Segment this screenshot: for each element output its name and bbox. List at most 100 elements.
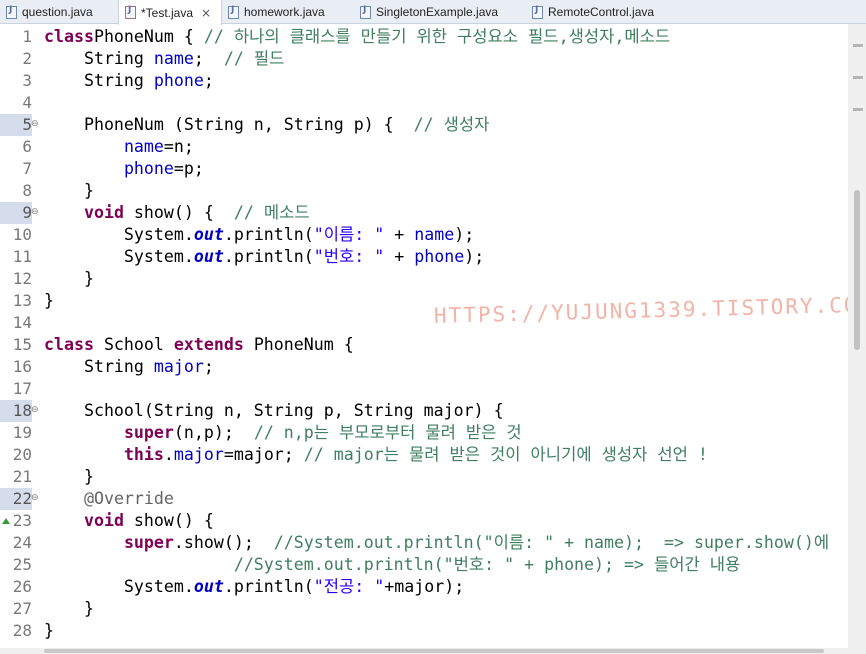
- code-token: PhoneNum {: [243, 335, 354, 354]
- line-number: 24: [12, 533, 32, 552]
- tab-label: *Test.java: [141, 5, 194, 20]
- close-icon[interactable]: ×: [201, 6, 211, 20]
- code-line[interactable]: 23 void show() {: [0, 510, 848, 532]
- code-line[interactable]: 18 ⊖ School(String n, String p, String ma…: [0, 400, 848, 422]
- line-number: 12: [12, 269, 32, 288]
- line-number: 22: [0, 488, 32, 510]
- code-line[interactable]: 20 this.major=major; // major는 물려 받은 것이 …: [0, 444, 848, 466]
- code-text: void show() {: [44, 510, 214, 532]
- code-text: System.out.println("이름: " + name);: [44, 224, 474, 246]
- line-number: 11: [12, 247, 32, 266]
- code-token: PhoneNum (String n, String p) {: [44, 115, 414, 134]
- line-number: 15: [12, 335, 32, 354]
- fold-toggle-icon[interactable]: ⊖: [31, 208, 40, 217]
- line-number: 27: [12, 599, 32, 618]
- tab-remotecontrol-java[interactable]: RemoteControl.java: [526, 0, 676, 24]
- code-line[interactable]: 17: [0, 378, 848, 400]
- code-token: .println(: [223, 247, 314, 266]
- tab-test-java[interactable]: *Test.java ×: [118, 0, 222, 25]
- code-token: this: [123, 445, 164, 464]
- code-line[interactable]: 4: [0, 92, 848, 114]
- tab-label: SingletonExample.java: [376, 5, 499, 19]
- code-text: classPhoneNum { // 하나의 클래스를 만들기 위한 구성요소 …: [44, 26, 670, 48]
- code-line[interactable]: 10 System.out.println("이름: " + name);: [0, 224, 848, 246]
- line-number: 17: [12, 379, 32, 398]
- code-text: }: [44, 268, 94, 290]
- code-token: // 하나의 클래스를 만들기 위한 구성요소 필드,생성자,메소드: [203, 27, 671, 46]
- code-token: //System.out.println("이름: " + name); => …: [273, 533, 830, 552]
- code-token: major: [173, 445, 224, 464]
- line-number: 10: [12, 225, 32, 244]
- code-line[interactable]: 27 }: [0, 598, 848, 620]
- code-line[interactable]: 25 //System.out.println("번호: " + phone);…: [0, 554, 848, 576]
- code-line[interactable]: 2 String name; // 필드: [0, 48, 848, 70]
- code-token: class: [44, 335, 94, 354]
- code-line[interactable]: 3 String phone;: [0, 70, 848, 92]
- code-text: }: [44, 466, 94, 488]
- tab-label: RemoteControl.java: [548, 5, 655, 19]
- line-number: 19: [12, 423, 32, 442]
- code-text: School(String n, String p, String major)…: [44, 400, 504, 422]
- code-token: out: [193, 577, 224, 596]
- code-token: out: [193, 225, 224, 244]
- horizontal-scrollbar-thumb[interactable]: [44, 649, 824, 653]
- line-number: 3: [22, 71, 32, 90]
- fold-toggle-icon[interactable]: ⊖: [31, 494, 40, 503]
- code-line[interactable]: 1 classPhoneNum { // 하나의 클래스를 만들기 위한 구성요소…: [0, 26, 848, 48]
- line-number: 9: [0, 202, 32, 224]
- code-line[interactable]: 7 phone=p;: [0, 158, 848, 180]
- code-token: super: [123, 533, 174, 552]
- vertical-scrollbar-thumb[interactable]: [854, 190, 860, 350]
- code-token: // major는 물려 받은 것이 아니기에 생성자 선언 !: [303, 445, 708, 464]
- code-line[interactable]: 26 System.out.println("전공: "+major);: [0, 576, 848, 598]
- line-number: 26: [12, 577, 32, 596]
- override-indicator-icon: [2, 518, 10, 524]
- code-line[interactable]: 28}: [0, 620, 848, 642]
- code-token: );: [454, 225, 475, 244]
- code-line[interactable]: 9 ⊖ void show() { // 메소드: [0, 202, 848, 224]
- code-token: void: [83, 203, 124, 222]
- code-line[interactable]: 6 name=n;: [0, 136, 848, 158]
- line-number: 18: [0, 400, 32, 422]
- code-line[interactable]: 5 ⊖ PhoneNum (String n, String p) { // 생성…: [0, 114, 848, 136]
- code-line[interactable]: 15 class School extends PhoneNum {: [0, 334, 848, 356]
- code-text: }: [44, 598, 94, 620]
- code-line[interactable]: 16 String major;: [0, 356, 848, 378]
- horizontal-scrollbar[interactable]: [0, 648, 848, 654]
- line-number: 14: [12, 313, 32, 332]
- code-token: // 생성자: [413, 115, 490, 134]
- code-line[interactable]: 24 super.show(); //System.out.println("이…: [0, 532, 848, 554]
- code-text: }: [44, 290, 54, 312]
- code-line[interactable]: 8 }: [0, 180, 848, 202]
- code-text: void show() { // 메소드: [44, 202, 310, 224]
- code-token: .println(: [223, 225, 314, 244]
- fold-toggle-icon[interactable]: ⊖: [31, 120, 40, 129]
- code-token: major: [153, 357, 204, 376]
- tab-singletonexample-java[interactable]: SingletonExample.java: [354, 0, 526, 24]
- code-line[interactable]: 21 }: [0, 466, 848, 488]
- code-token: extends: [173, 335, 244, 354]
- code-text: System.out.println("번호: " + phone);: [44, 246, 484, 268]
- code-line[interactable]: 11 System.out.println("번호: " + phone);: [0, 246, 848, 268]
- code-token: name: [123, 137, 164, 156]
- code-token: PhoneNum {: [93, 27, 204, 46]
- code-editor[interactable]: 1 classPhoneNum { // 하나의 클래스를 만들기 위한 구성요소…: [0, 24, 848, 648]
- code-token: void: [83, 511, 124, 530]
- fold-toggle-icon[interactable]: ⊖: [31, 406, 40, 415]
- tab-question-java[interactable]: question.java: [0, 0, 118, 24]
- vertical-scrollbar[interactable]: [848, 24, 866, 654]
- code-token: =major;: [223, 445, 304, 464]
- code-token: super: [123, 423, 174, 442]
- code-token: .println(: [223, 577, 314, 596]
- code-token: "이름: ": [313, 225, 385, 244]
- code-token: ;: [203, 357, 214, 376]
- code-line[interactable]: 22 ⊖ @Override: [0, 488, 848, 510]
- code-line[interactable]: 19 super(n,p); // n,p는 부모로부터 물려 받은 것: [0, 422, 848, 444]
- code-line[interactable]: 12 }: [0, 268, 848, 290]
- code-token: +major);: [384, 577, 465, 596]
- tab-homework-java[interactable]: homework.java: [222, 0, 354, 24]
